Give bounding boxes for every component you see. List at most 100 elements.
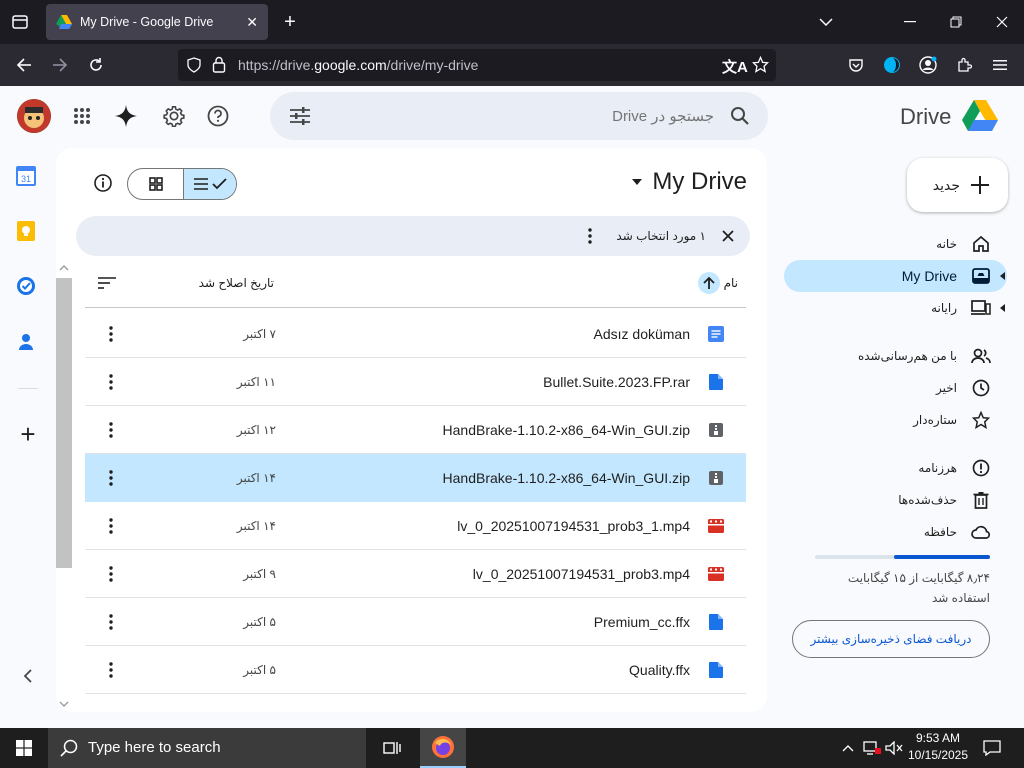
settings-gear-icon[interactable] [162, 104, 186, 128]
extensions-icon[interactable] [954, 55, 974, 75]
video-file-icon [708, 566, 724, 582]
modified-column-header[interactable]: تاریخ اصلاح شد [199, 258, 274, 308]
sidebar-item-cloud[interactable]: حافظه [784, 516, 1007, 548]
tracking-shield-icon[interactable] [186, 57, 202, 73]
url-bar[interactable]: https://drive. google.com/drive/my-drive … [178, 49, 776, 81]
collapse-panel-icon[interactable] [16, 664, 40, 688]
search-icon[interactable] [728, 104, 752, 128]
table-row[interactable]: Bullet.Suite.2023.FP.rar ۱۱ اکتبر [85, 358, 746, 406]
scrollbar-thumb[interactable] [56, 278, 72, 568]
windows-start-icon[interactable] [0, 728, 48, 768]
pocket-icon[interactable] [846, 55, 866, 75]
sidebar-item-shared[interactable]: با من هم‌رسانی‌شده [784, 340, 1007, 372]
minimize-icon[interactable] [900, 12, 920, 32]
more-actions-icon[interactable] [580, 226, 600, 246]
sidebar-item-computer[interactable]: رایانه [784, 292, 1007, 324]
file-modified-date: ۱۲ اکتبر [236, 423, 276, 437]
tab-list-icon[interactable] [10, 12, 30, 32]
volume-muted-icon[interactable] [884, 728, 904, 768]
account-icon[interactable] [918, 55, 938, 75]
get-more-storage-button[interactable]: دریافت فضای ذخیره‌سازی بیشتر [792, 620, 990, 658]
row-more-icon[interactable] [103, 372, 119, 392]
row-more-icon[interactable] [103, 660, 119, 680]
calendar-app-icon[interactable]: 31 [16, 164, 40, 188]
file-modified-date: ۱۴ اکتبر [236, 519, 276, 533]
reload-icon[interactable] [86, 55, 106, 75]
row-more-icon[interactable] [103, 420, 119, 440]
back-icon[interactable] [14, 55, 34, 75]
name-column-header[interactable]: نام [724, 258, 738, 308]
sidebar-item-recent[interactable]: اخیر [784, 372, 1007, 404]
keep-app-icon[interactable] [16, 220, 40, 244]
expand-caret-icon[interactable] [1000, 272, 1005, 280]
table-row[interactable]: HandBrake-1.10.2-x86_64-Win_GUI.zip ۱۴ اک… [85, 454, 746, 502]
sidebar-item-my-drive[interactable]: My Drive [784, 260, 1007, 292]
apps-grid-icon[interactable] [70, 104, 94, 128]
browser-nav-bar: https://drive. google.com/drive/my-drive … [0, 44, 1024, 86]
taskbar-search-box[interactable]: Type here to search [48, 728, 366, 768]
search-bar[interactable] [270, 92, 768, 140]
table-header: نام تاریخ اصلاح شد [85, 258, 746, 308]
scroll-up-icon[interactable] [56, 260, 72, 276]
search-input[interactable] [394, 104, 714, 128]
grid-view-button[interactable] [128, 169, 183, 199]
sidebar-item-spam[interactable]: هرزنامه [784, 452, 1007, 484]
page-title-dropdown[interactable]: My Drive [632, 166, 747, 198]
search-filter-icon[interactable] [288, 104, 312, 128]
new-button[interactable]: جدید [907, 158, 1008, 212]
row-more-icon[interactable] [103, 564, 119, 584]
sidebar-item-star[interactable]: ستاره‌دار [784, 404, 1007, 436]
sidebar-item-home[interactable]: خانه [784, 228, 1007, 260]
notifications-icon[interactable] [978, 728, 1006, 768]
chevron-down-icon[interactable] [816, 12, 836, 32]
scroll-down-icon[interactable] [56, 696, 72, 712]
avatar[interactable] [17, 99, 51, 133]
clear-selection-icon[interactable] [716, 224, 740, 248]
doc-file-icon [708, 326, 724, 342]
table-row[interactable]: Premium_cc.ffx ۵ اکتبر [85, 598, 746, 646]
table-row[interactable]: Quality.ffx ۵ اکتبر [85, 646, 746, 694]
list-view-button[interactable] [183, 169, 236, 199]
firefox-taskbar-icon[interactable] [420, 728, 466, 768]
sidebar-item-label: حافظه [923, 525, 957, 539]
table-row[interactable]: lv_0_20251007194531_prob3.mp4 ۹ اکتبر [85, 550, 746, 598]
table-row[interactable]: HandBrake-1.10.2-x86_64-Win_GUI.zip ۱۲ اک… [85, 406, 746, 454]
sidebar-item-label: با من هم‌رسانی‌شده [857, 349, 957, 363]
sort-options-icon[interactable] [97, 274, 117, 292]
restore-icon[interactable] [946, 12, 966, 32]
help-icon[interactable] [206, 104, 230, 128]
video-file-icon [708, 518, 724, 534]
details-info-icon[interactable] [92, 172, 114, 194]
table-row[interactable]: Adsız doküman ۷ اکتبر [85, 310, 746, 358]
contacts-app-icon[interactable] [16, 332, 40, 356]
row-more-icon[interactable] [103, 468, 119, 488]
task-view-icon[interactable] [372, 728, 412, 768]
new-tab-icon[interactable]: + [280, 11, 300, 33]
url-domain: google.com [314, 57, 387, 73]
row-more-icon[interactable] [103, 324, 119, 344]
row-more-icon[interactable] [103, 612, 119, 632]
network-icon[interactable] [862, 728, 882, 768]
close-window-icon[interactable] [992, 12, 1012, 32]
sort-arrow-up-icon[interactable] [698, 272, 720, 294]
table-row-partial[interactable] [85, 694, 746, 712]
bookmark-star-icon[interactable] [752, 56, 769, 73]
row-more-icon[interactable] [103, 516, 119, 536]
browser-tab-active[interactable]: My Drive - Google Drive ✕ [46, 4, 268, 40]
taskbar-clock[interactable]: 9:53 AM 10/15/2025 [906, 730, 970, 766]
add-app-icon[interactable]: + [16, 419, 40, 449]
tray-chevron-up-icon[interactable] [838, 728, 858, 768]
expand-caret-icon[interactable] [1000, 304, 1005, 312]
lock-icon[interactable] [212, 56, 226, 73]
table-row[interactable]: lv_0_20251007194531_prob3_1.mp4 ۱۴ اکتبر [85, 502, 746, 550]
menu-icon[interactable] [990, 55, 1010, 75]
file-modified-date: ۱۱ اکتبر [236, 375, 276, 389]
translate-icon[interactable]: 文A [722, 56, 748, 77]
tab-close-icon[interactable]: ✕ [246, 14, 258, 31]
drive-logo-icon[interactable] [962, 100, 998, 132]
sidebar-item-trash[interactable]: حذف‌شده‌ها [784, 484, 1007, 516]
forward-icon[interactable] [50, 55, 70, 75]
extension-theme-icon[interactable] [882, 55, 902, 75]
tasks-app-icon[interactable] [16, 276, 40, 300]
gemini-sparkle-icon[interactable] [114, 104, 138, 128]
